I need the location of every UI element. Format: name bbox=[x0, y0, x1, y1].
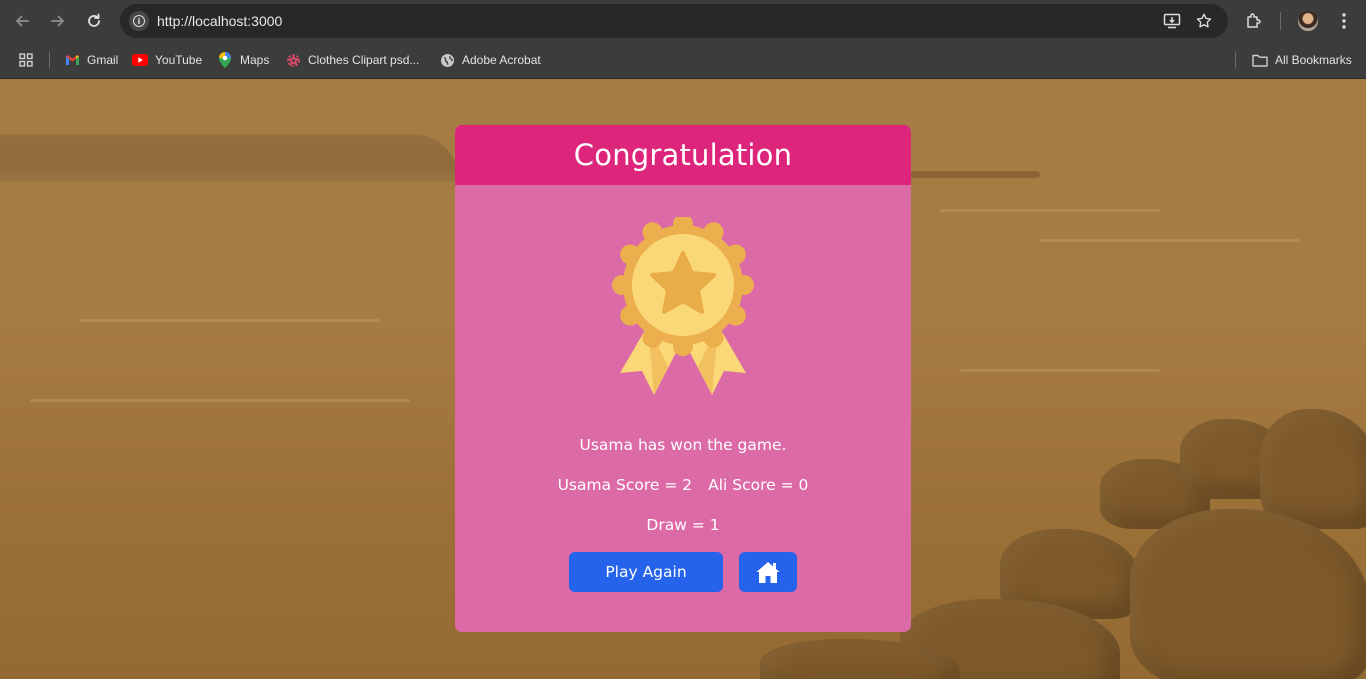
background-wave bbox=[1040, 239, 1300, 242]
install-app-icon[interactable] bbox=[1162, 11, 1182, 31]
bookmark-star-icon[interactable] bbox=[1194, 11, 1214, 31]
background-wave bbox=[940, 209, 1160, 212]
bookmark-label: Clothes Clipart psd... bbox=[308, 53, 420, 67]
draw-count: Draw = 1 bbox=[646, 516, 720, 534]
bookmarks-bar: Gmail YouTube Maps Clothes Clipart psd..… bbox=[0, 42, 1366, 79]
extensions-icon[interactable] bbox=[1242, 9, 1266, 33]
back-button[interactable] bbox=[10, 9, 34, 33]
bookmark-youtube[interactable]: YouTube bbox=[132, 51, 202, 69]
apps-grid-icon bbox=[18, 52, 34, 68]
toolbar-divider bbox=[1280, 12, 1281, 30]
background-jetty bbox=[910, 171, 1040, 178]
bookmark-label: Maps bbox=[240, 53, 270, 67]
bookmark-clothes-clipart[interactable]: Clothes Clipart psd... bbox=[285, 51, 419, 69]
address-bar[interactable]: i http://localhost:3000 bbox=[120, 4, 1228, 38]
all-bookmarks-label: All Bookmarks bbox=[1275, 53, 1352, 67]
bookmarks-divider bbox=[1235, 52, 1236, 68]
maps-icon bbox=[217, 52, 233, 68]
bookmark-label: Gmail bbox=[87, 53, 119, 67]
play-again-button[interactable]: Play Again bbox=[569, 552, 723, 592]
home-icon bbox=[756, 562, 780, 583]
menu-kebab-icon[interactable] bbox=[1332, 9, 1356, 33]
youtube-icon bbox=[132, 52, 148, 68]
home-button[interactable] bbox=[739, 552, 797, 592]
background-rock bbox=[1130, 509, 1366, 679]
player2-score: Ali Score = 0 bbox=[708, 476, 809, 494]
player1-score: Usama Score = 2 bbox=[557, 476, 693, 494]
reload-button[interactable] bbox=[82, 9, 106, 33]
forward-arrow-icon bbox=[51, 15, 65, 27]
globe-icon bbox=[439, 52, 455, 68]
reload-icon bbox=[88, 13, 100, 27]
bookmark-maps[interactable]: Maps bbox=[217, 51, 269, 69]
background-wave bbox=[80, 319, 380, 322]
site-info-icon[interactable]: i bbox=[129, 11, 149, 31]
background-shoreline bbox=[0, 134, 460, 182]
gmail-icon bbox=[64, 52, 80, 68]
bookmark-label: Adobe Acrobat bbox=[462, 53, 541, 67]
forward-button[interactable] bbox=[46, 9, 70, 33]
page-viewport: Congratulation Usama has won the game. U… bbox=[0, 79, 1366, 679]
card-title: Congratulation bbox=[573, 138, 793, 172]
url-text[interactable]: http://localhost:3000 bbox=[157, 13, 282, 29]
bookmarks-divider bbox=[49, 52, 50, 68]
profile-avatar[interactable] bbox=[1298, 11, 1318, 31]
folder-icon bbox=[1252, 52, 1268, 68]
all-bookmarks-button[interactable]: All Bookmarks bbox=[1252, 51, 1352, 69]
score-line: Usama Score = 2 Ali Score = 0 bbox=[455, 476, 911, 494]
bookmark-adobe-acrobat[interactable]: Adobe Acrobat bbox=[439, 51, 541, 69]
browser-toolbar: i http://localhost:3000 bbox=[0, 0, 1366, 42]
clipart-icon bbox=[285, 52, 301, 68]
bookmark-gmail[interactable]: Gmail bbox=[64, 51, 118, 69]
apps-grid-button[interactable] bbox=[18, 51, 34, 69]
background-rock bbox=[1260, 409, 1366, 529]
bookmark-label: YouTube bbox=[155, 53, 203, 67]
back-arrow-icon bbox=[15, 15, 29, 27]
background-wave bbox=[960, 369, 1160, 372]
result-card: Congratulation Usama has won the game. U… bbox=[455, 125, 911, 632]
winner-message: Usama has won the game. bbox=[579, 436, 787, 454]
background-wave bbox=[30, 399, 410, 402]
medal-star-icon bbox=[612, 217, 754, 395]
card-header: Congratulation bbox=[455, 125, 911, 185]
